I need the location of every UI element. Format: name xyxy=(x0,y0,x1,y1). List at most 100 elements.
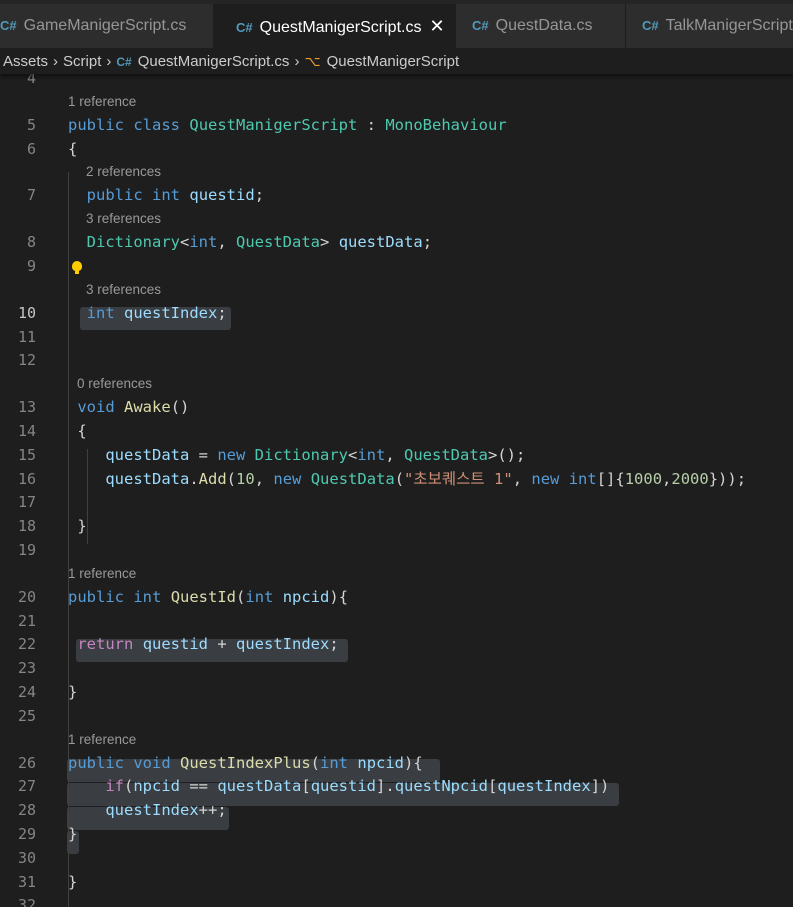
code-line[interactable]: 22 return questid + questIndex; xyxy=(0,632,793,656)
code-line[interactable]: 9 xyxy=(0,254,793,278)
code-line[interactable]: 10 int questIndex; xyxy=(0,301,793,325)
code-line[interactable]: 5 public class QuestManigerScript : MonoB… xyxy=(0,113,793,137)
codelens-references[interactable]: 1 reference xyxy=(68,730,136,750)
code-token: { xyxy=(68,422,87,440)
codelens-references[interactable]: 3 references xyxy=(86,209,161,229)
code-token: 10 xyxy=(236,469,255,488)
code-line[interactable]: 6{ xyxy=(0,137,793,161)
tab-quest-maniger-script[interactable]: C# QuestManigerScript.cs ✕ xyxy=(214,4,456,48)
code-line[interactable]: 23 xyxy=(0,656,793,680)
breadcrumb-file[interactable]: QuestManigerScript.cs xyxy=(138,49,290,75)
code-token: int xyxy=(152,186,181,205)
codelens-references[interactable]: 0 references xyxy=(77,374,152,394)
breadcrumb-class[interactable]: QuestManigerScript xyxy=(327,49,460,75)
code-text: public int QuestId(int npcid){ xyxy=(68,585,348,609)
code-line[interactable]: 11 xyxy=(0,325,793,349)
code-line[interactable]: 32 xyxy=(0,893,793,907)
code-token: ( xyxy=(236,587,246,606)
code-token: public xyxy=(86,186,143,205)
codelens-references[interactable]: 3 references xyxy=(86,280,161,300)
code-token: questIndex xyxy=(124,303,218,322)
code-token: void xyxy=(77,398,115,417)
tab-label: TalkManigerScript xyxy=(665,17,793,34)
code-line[interactable]: 26 public void QuestIndexPlus(int npcid){ xyxy=(0,751,793,775)
code-token: int xyxy=(320,753,349,772)
code-token: QuestId xyxy=(170,587,237,606)
code-token: questIndex xyxy=(105,801,199,820)
code-token: QuestIndexPlus xyxy=(180,753,311,772)
code-text: } xyxy=(68,822,77,846)
code-token: Dictionary xyxy=(254,445,348,464)
code-text: int questIndex; xyxy=(68,301,227,325)
code-token: } xyxy=(68,517,87,536)
line-number: 7 xyxy=(26,186,36,205)
code-line[interactable]: 24} xyxy=(0,680,793,704)
code-token: npcid xyxy=(282,587,330,606)
code-token: questData xyxy=(338,233,423,252)
breadcrumb: Assets › Script › C# QuestManigerScript.cs › ⌥ Q… xyxy=(0,48,793,74)
breadcrumb-assets[interactable]: Assets xyxy=(3,49,48,75)
code-editor[interactable]: 4 1 reference 5 public class QuestManigerSc… xyxy=(0,74,793,907)
code-line[interactable]: 21 xyxy=(0,609,793,633)
code-line[interactable]: 12 xyxy=(0,348,793,372)
code-token: , xyxy=(217,233,237,252)
code-line[interactable]: 18 } xyxy=(0,514,793,538)
code-token: { xyxy=(68,139,78,158)
code-line[interactable]: 15 questData = new Dictionary<int, Quest… xyxy=(0,443,793,467)
code-line[interactable]: 29} xyxy=(0,822,793,846)
breadcrumb-script[interactable]: Script xyxy=(63,49,101,75)
code-token: []{ xyxy=(596,469,625,488)
code-token: , xyxy=(512,469,532,488)
codelens-references[interactable]: 1 reference xyxy=(68,92,136,112)
code-line[interactable]: 19 xyxy=(0,538,793,562)
code-line[interactable]: 13 void Awake() xyxy=(0,395,793,419)
line-number: 14 xyxy=(17,422,36,440)
code-line[interactable]: 27 if(npcid == questData[questid].questN… xyxy=(0,774,793,798)
code-line[interactable]: 17 xyxy=(0,490,793,514)
codelens-references[interactable]: 2 references xyxy=(86,162,161,182)
codelens-references[interactable]: 1 reference xyxy=(68,564,136,584)
line-number: 24 xyxy=(17,683,36,701)
code-line[interactable]: 14 { xyxy=(0,419,793,443)
line-number: 9 xyxy=(26,257,36,275)
code-token: QuestData xyxy=(236,233,321,252)
tab-game-maniger-script[interactable]: C# GameManigerScript.cs xyxy=(0,4,214,48)
code-line[interactable]: 30 xyxy=(0,846,793,870)
code-line[interactable]: 31} xyxy=(0,870,793,894)
code-text: } xyxy=(68,870,77,894)
code-line[interactable]: 28 questIndex++; xyxy=(0,798,793,822)
code-line[interactable]: 20 public int QuestId(int npcid){ xyxy=(0,585,793,609)
line-number: 8 xyxy=(26,233,36,252)
tab-talk-maniger-script[interactable]: C# TalkManigerScript xyxy=(626,4,793,48)
code-line[interactable]: 25 xyxy=(0,704,793,728)
tab-quest-data[interactable]: C# QuestData.cs xyxy=(456,4,626,48)
code-token: >(); xyxy=(488,445,526,464)
code-token: < xyxy=(180,233,190,252)
code-text: if(npcid == questData[questid].questNpci… xyxy=(68,774,609,798)
code-token: . xyxy=(189,469,199,488)
code-line[interactable]: 7 public int questid; xyxy=(0,183,793,207)
line-number: 27 xyxy=(17,777,36,796)
code-token: int xyxy=(133,587,162,606)
code-token: [ xyxy=(301,777,311,796)
tab-label: GameManigerScript.cs xyxy=(23,17,187,34)
code-line[interactable]: 8 Dictionary<int, QuestData> questData; xyxy=(0,230,793,254)
code-line[interactable]: 4 xyxy=(0,74,793,90)
code-token: class xyxy=(133,115,181,134)
close-icon[interactable]: ✕ xyxy=(429,16,444,36)
code-token: ; xyxy=(254,186,265,205)
code-token: int xyxy=(245,587,274,606)
csharp-file-icon: C# xyxy=(116,55,132,69)
code-token: int xyxy=(357,445,386,464)
code-line[interactable]: 16 questData.Add(10, new QuestData("초보퀘스… xyxy=(0,467,793,491)
code-token: == xyxy=(180,777,218,796)
code-token: public xyxy=(68,587,124,606)
